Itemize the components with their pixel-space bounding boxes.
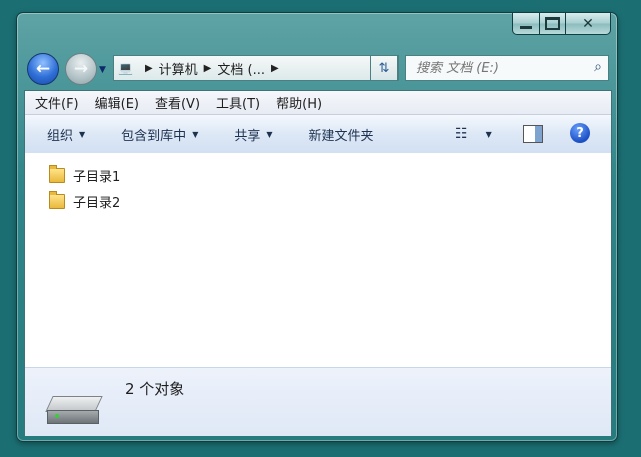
folder-icon <box>49 191 65 209</box>
caption-buttons: ✕ <box>512 13 611 35</box>
refresh-button[interactable]: ⇅ <box>370 55 398 81</box>
menu-view[interactable]: 查看(V) <box>155 93 200 112</box>
preview-pane-button[interactable] <box>523 125 543 143</box>
menu-edit[interactable]: 编辑(E) <box>95 93 139 112</box>
recent-pages-dropdown[interactable]: ▼ <box>99 65 106 75</box>
chevron-down-icon: ▼ <box>485 129 492 139</box>
breadcrumb-separator-icon[interactable]: ▶ <box>271 63 279 74</box>
close-button[interactable]: ✕ <box>566 13 611 35</box>
change-view-button[interactable]: ☷ ▼ <box>455 126 492 142</box>
new-folder-button[interactable]: 新建文件夹 <box>309 125 374 144</box>
minimize-icon <box>520 26 532 29</box>
search-input[interactable] <box>414 59 588 77</box>
help-button[interactable]: ? <box>570 123 590 143</box>
close-icon: ✕ <box>582 15 594 32</box>
explorer-body: 文件(F) 编辑(E) 查看(V) 工具(T) 帮助(H) 组织 ▼ 包含到库中 ▼… <box>24 90 612 436</box>
breadcrumb-separator-icon[interactable]: ▶ <box>145 63 153 74</box>
chevron-down-icon: ▼ <box>266 129 273 139</box>
item-name: 子目录2 <box>73 196 121 211</box>
forward-arrow-icon: → <box>73 59 89 79</box>
command-bar: 组织 ▼ 包含到库中 ▼ 共享 ▼ 新建文件夹 ☷ ▼ ? <box>25 115 611 154</box>
folder-icon <box>49 165 65 183</box>
explorer-window: ✕ ← → ▼ 💻 ▶ 计算机 ▶ 文档 (... ▶ ▼ ⇅ ⌕ 文件(F) … <box>16 12 618 442</box>
minimize-button[interactable] <box>512 13 540 35</box>
breadcrumb-separator-icon[interactable]: ▶ <box>204 63 212 74</box>
back-button[interactable]: ← <box>27 53 59 85</box>
hard-drive-icon <box>45 396 103 426</box>
address-bar[interactable]: 💻 ▶ 计算机 ▶ 文档 (... ▶ ▼ <box>113 55 399 81</box>
list-item[interactable]: 子目录1 <box>49 165 121 185</box>
views-icon: ☷ <box>455 126 468 142</box>
menu-bar: 文件(F) 编辑(E) 查看(V) 工具(T) 帮助(H) <box>25 91 611 115</box>
search-icon[interactable]: ⌕ <box>594 59 602 75</box>
menu-help[interactable]: 帮助(H) <box>276 93 322 112</box>
computer-icon: 💻 <box>118 61 133 75</box>
maximize-button[interactable] <box>540 13 566 35</box>
search-box[interactable]: ⌕ <box>405 55 609 81</box>
refresh-icon: ⇅ <box>378 60 390 76</box>
item-name: 子目录1 <box>73 170 121 185</box>
file-list[interactable]: 子目录1 子目录2 <box>25 153 611 361</box>
list-item[interactable]: 子目录2 <box>49 191 121 211</box>
menu-tools[interactable]: 工具(T) <box>216 93 260 112</box>
back-arrow-icon: ← <box>35 59 51 79</box>
breadcrumb-computer[interactable]: 计算机 <box>159 59 198 78</box>
chevron-down-icon: ▼ <box>79 129 86 139</box>
include-in-library-button[interactable]: 包含到库中 ▼ <box>121 125 198 144</box>
organize-label: 组织 <box>47 128 74 144</box>
menu-file[interactable]: 文件(F) <box>35 93 79 112</box>
new-folder-label: 新建文件夹 <box>308 128 374 144</box>
forward-button[interactable]: → <box>65 53 97 85</box>
chevron-down-icon: ▼ <box>192 129 199 139</box>
item-count: 2 个对象 <box>125 380 185 398</box>
details-pane: 2 个对象 <box>25 367 611 436</box>
organize-button[interactable]: 组织 ▼ <box>47 125 85 144</box>
breadcrumb-documents[interactable]: 文档 (... <box>217 59 265 78</box>
help-icon: ? <box>576 125 584 141</box>
share-button[interactable]: 共享 ▼ <box>234 125 272 144</box>
share-label: 共享 <box>234 128 261 144</box>
include-in-library-label: 包含到库中 <box>121 128 187 144</box>
maximize-icon <box>545 17 560 30</box>
